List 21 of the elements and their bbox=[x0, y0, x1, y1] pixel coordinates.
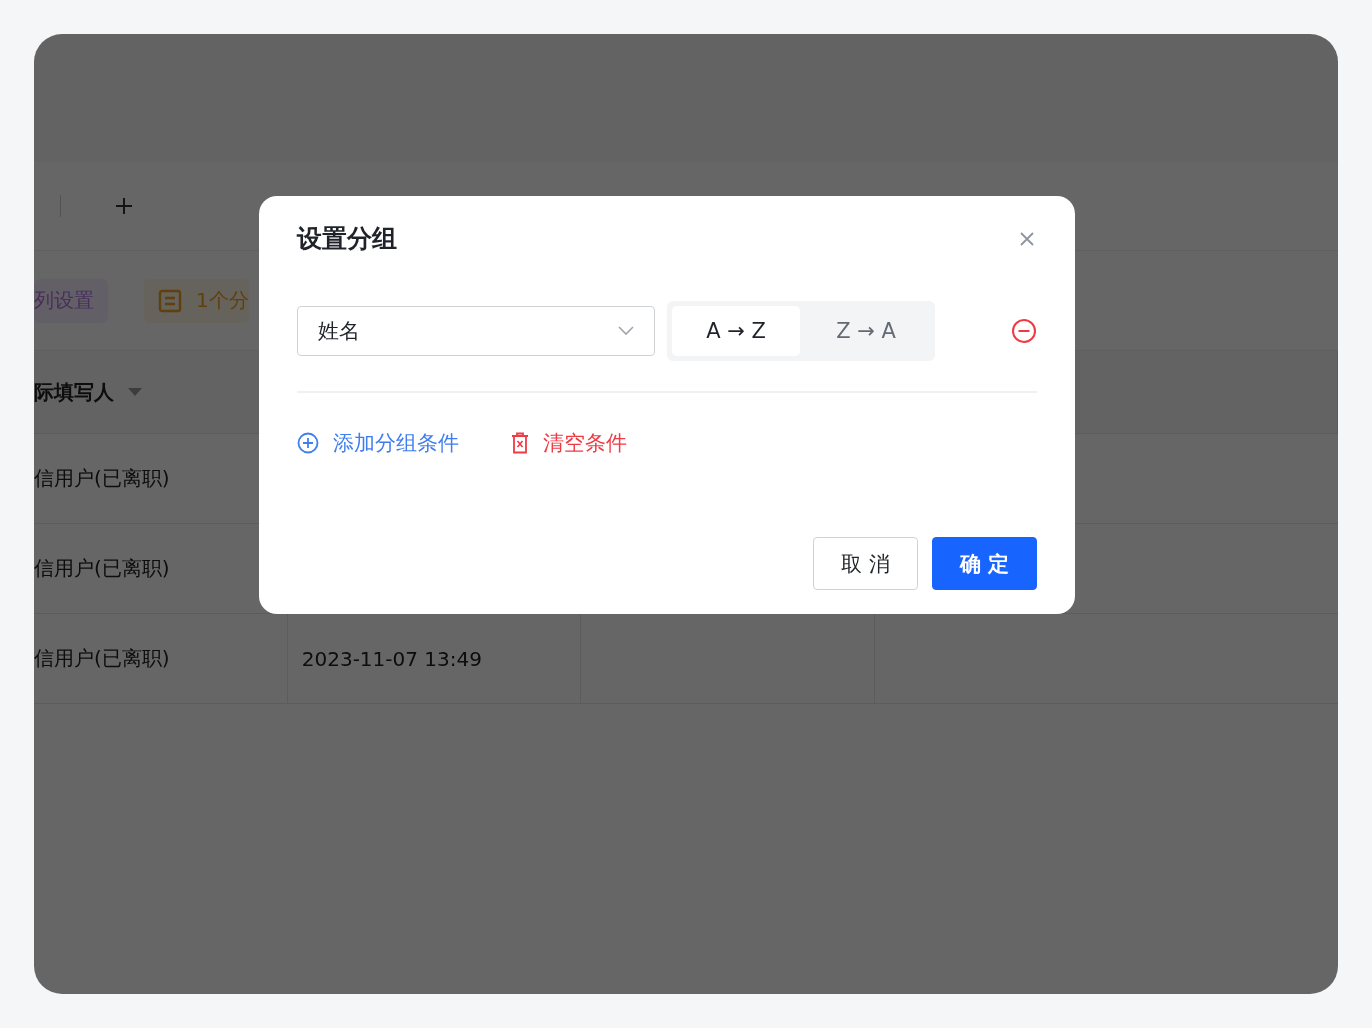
close-icon[interactable] bbox=[1019, 230, 1035, 247]
table-cell: 信用户(已离职) bbox=[34, 556, 170, 580]
dialog-title: 设置分组 bbox=[297, 223, 397, 255]
table-cell-text: 2023-11-07 13:49 bbox=[300, 646, 482, 671]
add-condition-link[interactable]: 添加分组条件 bbox=[297, 429, 459, 457]
plus-circle-icon bbox=[297, 432, 319, 454]
confirm-button[interactable]: 确 定 bbox=[932, 537, 1037, 590]
trash-icon bbox=[511, 432, 529, 454]
list-icon bbox=[158, 288, 182, 313]
clear-conditions-link[interactable]: 清空条件 bbox=[511, 429, 627, 457]
chevron-down-icon bbox=[618, 326, 634, 336]
sort-option[interactable]: A → Z bbox=[672, 306, 800, 356]
column-header: 际填写人 bbox=[34, 378, 114, 406]
plus-icon[interactable] bbox=[115, 197, 133, 215]
dropdown-caret-icon[interactable] bbox=[128, 388, 142, 396]
remove-icon[interactable] bbox=[1011, 318, 1037, 344]
table-cell: 信用户(已离职) bbox=[34, 646, 170, 670]
cancel-button[interactable]: 取 消 bbox=[813, 537, 918, 590]
sort-option[interactable]: Z → A bbox=[802, 306, 930, 356]
field-select[interactable]: 姓名 bbox=[297, 306, 655, 356]
table-cell: 信用户(已离职) bbox=[34, 466, 170, 490]
